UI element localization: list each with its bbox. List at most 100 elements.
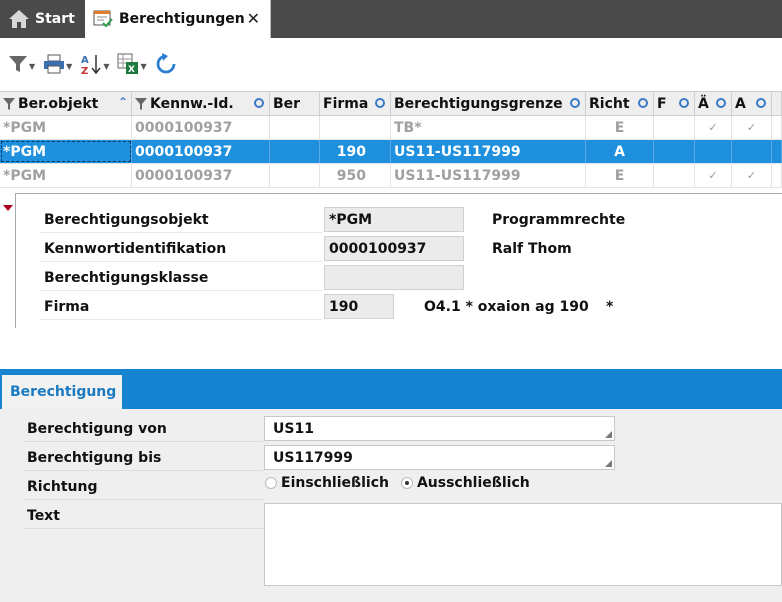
table-header: Ber.objekt ⌃ Kennw.-Id. Ber Firma Berech… (0, 91, 782, 116)
check-icon: ✓ (732, 116, 772, 139)
tab-berechtigung[interactable]: Berechtigung (2, 375, 122, 409)
sort-ascending-icon[interactable]: ⌃ (118, 95, 128, 109)
sort-button[interactable]: A Z ▼ (80, 52, 109, 80)
cell-objekt: *PGM (0, 140, 132, 163)
label-berechtigungsobjekt: Berechtigungsobjekt (40, 207, 322, 233)
sort-icon[interactable] (716, 98, 726, 108)
cell-ber (270, 140, 320, 163)
tab-start-label: Start (35, 11, 75, 27)
divider (15, 193, 782, 194)
berechtigungen-table: Ber.objekt ⌃ Kennw.-Id. Ber Firma Berech… (0, 91, 782, 188)
cell-objekt: *PGM (0, 164, 132, 187)
desc-kennwortidentifikation: Ralf Thom (492, 241, 572, 257)
cell-f (654, 164, 695, 187)
label-firma: Firma (40, 294, 322, 320)
sort-icon[interactable] (679, 98, 689, 108)
cell-grenze: TB* (391, 116, 586, 139)
chevron-down-icon: ▼ (140, 61, 147, 71)
label-kennwortidentifikation: Kennwortidentifikation (40, 236, 322, 262)
collapse-marker-icon[interactable] (3, 205, 13, 211)
tab-berechtigungen-label: Berechtigungen (119, 11, 245, 27)
cell-a (732, 140, 772, 163)
label-berechtigung-von: Berechtigung von (23, 416, 263, 442)
label-berechtigung-bis: Berechtigung bis (23, 445, 263, 471)
berechtigung-bis-value: US117999 (273, 449, 353, 466)
column-header-extra[interactable] (772, 92, 782, 115)
column-header-label: F (657, 95, 667, 112)
filter-button[interactable]: ▼ (8, 52, 35, 80)
sort-icon[interactable] (375, 98, 385, 108)
cell-richt: E (586, 164, 654, 187)
chevron-down-icon: ▼ (29, 61, 36, 71)
column-header-label: Firma (323, 95, 369, 112)
cell-ber (270, 164, 320, 187)
desc-firma: O4.1 * oxaion ag 190 (424, 299, 589, 315)
label-richtung: Richtung (23, 474, 263, 500)
sort-icon[interactable] (638, 98, 648, 108)
column-header-berechtigungsgrenze[interactable]: Berechtigungsgrenze (391, 92, 586, 115)
chevron-down-icon: ▼ (66, 61, 73, 71)
cell-richt: A (586, 140, 654, 163)
column-header-firma[interactable]: Firma (320, 92, 391, 115)
column-header-label: Kennw.-Id. (150, 95, 234, 112)
cell-firma (320, 116, 391, 139)
filter-icon (8, 54, 28, 78)
table-row[interactable]: *PGM 0000100937 TB* E ✓ ✓ (0, 116, 782, 140)
cell-firma: 950 (320, 164, 391, 187)
svg-text:A: A (81, 55, 89, 66)
berechtigung-von-input[interactable]: US11 (264, 416, 615, 441)
radio-einschliesslich[interactable] (265, 477, 277, 489)
table-row[interactable]: *PGM 0000100937 950 US11-US117999 E ✓ ✓ (0, 164, 782, 188)
field-firma: 190 (324, 294, 394, 319)
column-header-label: Ä (698, 95, 709, 112)
refresh-button[interactable] (155, 52, 177, 80)
column-header-kennw-id[interactable]: Kennw.-Id. (132, 92, 270, 115)
berechtigung-von-value: US11 (273, 420, 314, 437)
chevron-down-icon: ▼ (103, 61, 110, 71)
column-header-ber-objekt[interactable]: Ber.objekt ⌃ (0, 92, 132, 115)
cell-ber (270, 116, 320, 139)
radio-einschliesslich-label: Einschließlich (281, 475, 389, 491)
radio-ausschliesslich-label: Ausschließlich (416, 475, 530, 491)
column-header-richt[interactable]: Richt (586, 92, 654, 115)
cell-kennw: 0000100937 (132, 164, 270, 187)
column-header-a[interactable]: A (732, 92, 772, 115)
resize-grip-icon (605, 460, 612, 467)
column-header-label: Berechtigungsgrenze (394, 95, 563, 112)
cell-extra (772, 116, 782, 139)
desc-berechtigungsobjekt: Programmrechte (492, 212, 626, 228)
cell-extra (772, 140, 782, 163)
cell-firma: 190 (320, 140, 391, 163)
print-button[interactable]: ▼ (43, 52, 72, 80)
cell-kennw: 0000100937 (132, 116, 270, 139)
cell-extra (772, 164, 782, 187)
cell-ae (695, 140, 732, 163)
cell-grenze: US11-US117999 (391, 164, 586, 187)
sort-icon[interactable] (756, 98, 766, 108)
excel-export-button[interactable]: X ▼ (117, 52, 147, 80)
radio-ausschliesslich[interactable] (400, 477, 413, 489)
cell-grenze: US11-US117999 (391, 140, 586, 163)
berechtigungen-tab-icon (93, 10, 113, 28)
column-header-ber[interactable]: Ber (270, 92, 320, 115)
column-header-label: Ber (273, 95, 301, 112)
tab-start[interactable]: Start (0, 0, 82, 38)
check-icon: ✓ (695, 116, 732, 139)
sort-az-icon: A Z (80, 53, 102, 79)
close-icon[interactable]: ✕ (247, 9, 260, 28)
sort-icon[interactable] (254, 98, 264, 108)
refresh-icon (155, 53, 177, 79)
toolbar: ▼ ▼ A Z ▼ X ▼ (0, 50, 782, 82)
column-header-label: Ber.objekt (18, 95, 99, 112)
text-area[interactable] (264, 503, 782, 586)
sort-icon[interactable] (570, 98, 580, 108)
check-icon: ✓ (732, 164, 772, 187)
table-row-selected[interactable]: *PGM 0000100937 190 US11-US117999 A (0, 140, 782, 164)
column-header-f[interactable]: F (654, 92, 695, 115)
column-filter-icon (3, 97, 15, 110)
label-text: Text (23, 503, 263, 529)
column-header-ae[interactable]: Ä (695, 92, 732, 115)
berechtigung-bis-input[interactable]: US117999 (264, 445, 615, 470)
column-header-label: A (735, 95, 746, 112)
tab-berechtigungen[interactable]: Berechtigungen ✕ (85, 0, 271, 38)
